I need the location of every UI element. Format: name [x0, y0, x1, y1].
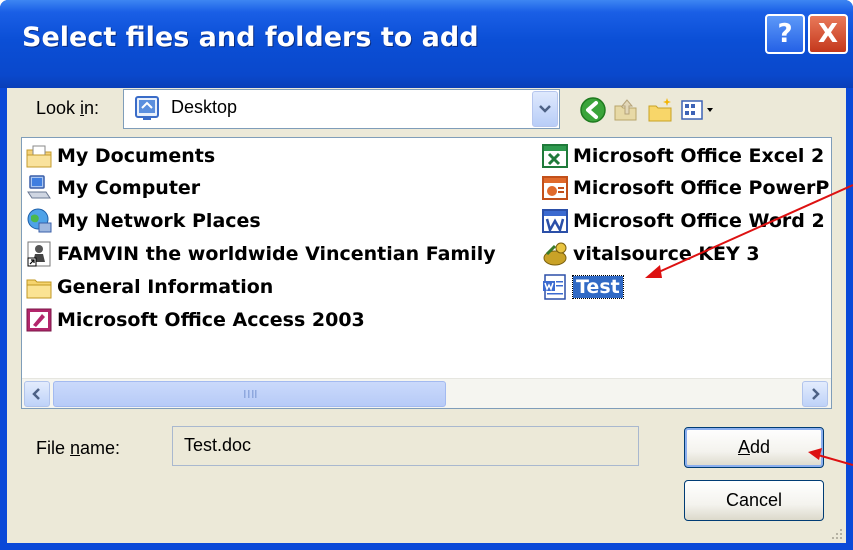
look-in-label: Look in: — [36, 98, 100, 118]
my-computer-icon — [27, 175, 51, 199]
shortcut-icon — [27, 241, 51, 267]
list-item[interactable]: My Computer — [25, 173, 200, 203]
item-label: My Documents — [57, 145, 216, 167]
list-item[interactable]: My Network Places — [25, 206, 261, 236]
look-in-value: Desktop — [171, 97, 238, 117]
folder-icon — [26, 279, 52, 299]
list-item[interactable]: Microsoft Office Word 2 — [541, 206, 825, 236]
powerpoint-icon — [542, 176, 568, 200]
item-label: FAMVIN the worldwide Vincentian Family — [57, 243, 496, 265]
window-title: Select files and folders to add — [22, 22, 479, 53]
item-label: vitalsource KEY 3 — [573, 243, 760, 265]
horizontal-scrollbar[interactable] — [22, 378, 831, 408]
scroll-left-button[interactable] — [24, 381, 50, 407]
dialog-window: Select files and folders to add ? X Look… — [0, 0, 853, 550]
close-button[interactable]: X — [808, 14, 848, 54]
list-item[interactable]: My Documents — [25, 141, 215, 171]
dropdown-button[interactable] — [532, 91, 558, 127]
item-label: Microsoft Office PowerP — [573, 177, 830, 199]
list-item[interactable]: General Information — [25, 272, 273, 302]
list-item[interactable]: Microsoft Office PowerP — [541, 173, 829, 203]
item-label: My Computer — [57, 177, 201, 199]
cancel-button[interactable]: Cancel — [684, 480, 824, 521]
file-list[interactable]: My Documents My Computer My Network Plac… — [21, 137, 832, 409]
help-button[interactable]: ? — [765, 14, 805, 54]
new-folder-icon[interactable] — [647, 96, 675, 124]
vitalsource-icon — [543, 242, 567, 266]
excel-icon — [542, 144, 568, 168]
access-icon — [26, 308, 52, 332]
scroll-right-button[interactable] — [802, 381, 828, 407]
list-item-selected[interactable]: Test — [541, 272, 624, 302]
file-name-label: File name: — [36, 438, 121, 458]
chevron-right-icon — [812, 388, 820, 400]
list-item[interactable]: Microsoft Office Access 2003 — [25, 305, 365, 335]
chevron-left-icon — [32, 388, 40, 400]
scroll-thumb[interactable] — [53, 381, 446, 407]
my-documents-icon — [26, 145, 52, 168]
up-folder-icon[interactable] — [612, 96, 640, 124]
look-in-dropdown[interactable]: Desktop — [123, 89, 560, 129]
close-icon: X — [817, 19, 839, 49]
list-item[interactable]: Microsoft Office Excel 2 — [541, 141, 824, 171]
network-places-icon — [27, 208, 52, 233]
grip-icon — [243, 390, 256, 398]
item-label: General Information — [57, 276, 274, 298]
file-name-field[interactable]: Test.doc — [172, 426, 639, 466]
list-item[interactable]: FAMVIN the worldwide Vincentian Family — [25, 239, 496, 269]
item-label: My Network Places — [57, 210, 261, 232]
item-label: Microsoft Office Word 2 — [573, 210, 825, 232]
chevron-down-icon — [539, 105, 551, 113]
item-label: Test — [572, 275, 624, 299]
word-doc-icon — [543, 274, 566, 300]
back-icon[interactable] — [579, 96, 607, 124]
item-label: Microsoft Office Excel 2 — [573, 145, 825, 167]
word-icon — [542, 209, 568, 234]
add-button[interactable]: Add — [684, 427, 824, 468]
help-icon: ? — [777, 19, 793, 49]
desktop-icon — [135, 96, 159, 120]
item-label: Microsoft Office Access 2003 — [57, 309, 365, 331]
title-bar[interactable]: Select files and folders to add ? X — [0, 0, 853, 88]
resize-grip-icon[interactable] — [828, 525, 844, 541]
list-item[interactable]: vitalsource KEY 3 — [541, 239, 760, 269]
dialog-body: Look in: Desktop My Documents My Compute… — [7, 88, 846, 543]
views-menu-icon[interactable] — [679, 96, 719, 124]
